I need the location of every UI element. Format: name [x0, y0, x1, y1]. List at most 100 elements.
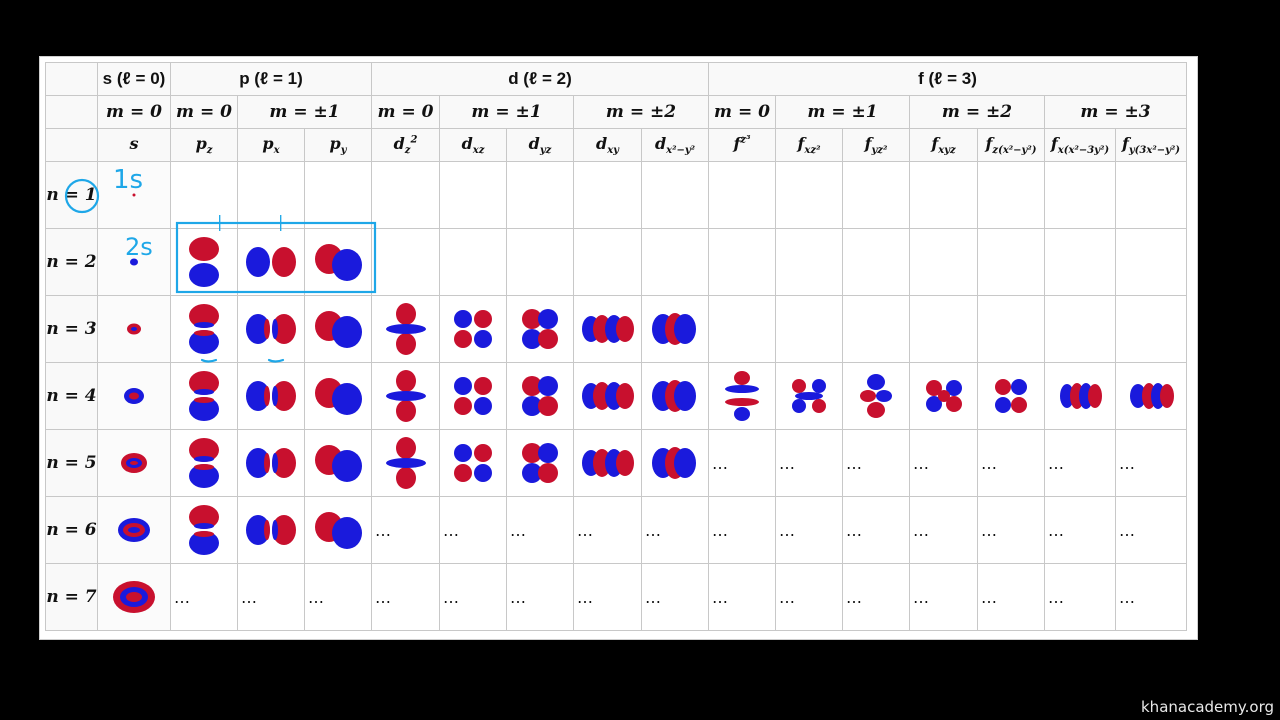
empty-cell [1115, 228, 1187, 296]
orbital-superscript: 2 [410, 134, 418, 146]
n-label: n = 7 [45, 563, 98, 631]
empty-cell [573, 228, 642, 296]
n-label: n = 4 [45, 362, 98, 430]
orbital-image-dyz [506, 295, 574, 363]
orbital-base: d [654, 133, 667, 153]
table-row: n = 4 [45, 362, 1187, 430]
group-f-label: f (ℓ = 3) [918, 69, 977, 88]
orbital-subscript: xz² [804, 145, 821, 157]
ellipsis-cell: … [775, 496, 843, 564]
orbital-base: d [393, 133, 405, 153]
orbital-name-cell: fy(3x²−y²) [1115, 128, 1187, 162]
orbital-image-dx2 [641, 295, 709, 363]
empty-cell [304, 161, 372, 229]
corner-cell [45, 95, 98, 129]
m-cell: m = ±1 [237, 95, 372, 129]
orbital-image-dxy [573, 429, 642, 497]
orbital-image-s5 [97, 429, 171, 497]
n-label: n = 3 [45, 295, 98, 363]
empty-cell [909, 295, 978, 363]
empty-cell [842, 228, 910, 296]
ellipsis-cell: … [775, 429, 843, 497]
empty-cell [708, 161, 776, 229]
orbital-image-dyz [506, 429, 574, 497]
n-label: n = 2 [45, 228, 98, 296]
orbital-image-fx3 [1044, 362, 1116, 430]
empty-cell [775, 228, 843, 296]
ellipsis-cell: … [977, 429, 1045, 497]
n-label: n = 1 [45, 161, 98, 229]
orbital-image-px [237, 429, 305, 497]
ellipsis-cell: … [371, 496, 440, 564]
empty-cell [977, 295, 1045, 363]
table-row: n = 2 [45, 228, 1187, 296]
empty-cell [909, 161, 978, 229]
orbital-image-dxz [439, 295, 507, 363]
orbital-image-s1 [97, 161, 171, 229]
ellipsis-cell: … [708, 563, 776, 631]
orbital-name-cell: fz(x²−y²) [977, 128, 1045, 162]
orbital-image-dz2 [371, 429, 440, 497]
ellipsis-cell: … [708, 429, 776, 497]
m-cell: m = 0 [97, 95, 171, 129]
orbital-base: d [528, 133, 540, 153]
orbital-image-dz2 [371, 295, 440, 363]
orbital-image-s3 [97, 295, 171, 363]
group-p: p (ℓ = 1) [170, 62, 372, 96]
group-s-label: s (ℓ = 0) [102, 69, 166, 88]
orbital-subscript: x(x²−3y²) [1057, 145, 1110, 157]
header-row-orbital-names: s pz px py dz2 dxz dyz dxy dx²−y² fz³ fxz² fyz² fxyz… [45, 128, 1187, 162]
empty-cell [641, 228, 709, 296]
orbital-image-dz2 [371, 362, 440, 430]
orbital-name-cell: dxz [439, 128, 507, 162]
empty-cell [1044, 228, 1116, 296]
ellipsis-cell: … [641, 496, 709, 564]
table-row: n = 5………………… [45, 429, 1187, 497]
empty-cell [506, 161, 574, 229]
empty-cell [977, 161, 1045, 229]
orbital-superscript: z³ [740, 134, 751, 146]
orbital-image-s7 [97, 563, 171, 631]
orbital-subscript: z [404, 145, 411, 157]
m-cell: m = ±1 [439, 95, 574, 129]
orbital-image-fxyz [909, 362, 978, 430]
orbital-image-fzx [977, 362, 1045, 430]
n-label: n = 5 [45, 429, 98, 497]
header-row-m: m = 0 m = 0 m = ±1 m = 0 m = ±1 m = ±2 m… [45, 95, 1187, 129]
orbital-subscript: xz [472, 145, 485, 157]
ellipsis-cell: … [237, 563, 305, 631]
orbital-image-dxy [573, 362, 642, 430]
orbital-name-cell: px [237, 128, 305, 162]
ellipsis-cell: … [909, 496, 978, 564]
empty-cell [439, 161, 507, 229]
orbital-name-cell: fxyz [909, 128, 978, 162]
orbital-image-fyz2 [842, 362, 910, 430]
ellipsis-cell: … [439, 496, 507, 564]
empty-cell [1044, 161, 1116, 229]
empty-cell [708, 228, 776, 296]
orbital-image-py [304, 228, 372, 296]
m-cell: m = ±3 [1044, 95, 1187, 129]
ellipsis-cell: … [573, 496, 642, 564]
orbital-image-py [304, 429, 372, 497]
ellipsis-cell: … [842, 429, 910, 497]
orbital-subscript: xyz [938, 145, 956, 157]
orbital-image-dxy [573, 295, 642, 363]
orbital-base: p [195, 133, 207, 153]
ellipsis-cell: … [1044, 563, 1116, 631]
orbital-image-pz [170, 295, 238, 363]
orbital-image-fxz2 [775, 362, 843, 430]
ellipsis-cell: … [1044, 496, 1116, 564]
group-d: d (ℓ = 2) [371, 62, 709, 96]
orbital-image-fz3 [708, 362, 776, 430]
orbital-image-pz [170, 228, 238, 296]
orbital-name-cell: dz2 [371, 128, 440, 162]
empty-cell [237, 161, 305, 229]
orbital-base: f [1050, 133, 1058, 153]
orbital-subscript: xy [607, 145, 619, 157]
orbital-image-px [237, 295, 305, 363]
orbital-name-cell: fxz² [775, 128, 843, 162]
orbital-name-cell: pz [170, 128, 238, 162]
orbital-subscript: z [206, 145, 213, 157]
ellipsis-cell: … [842, 563, 910, 631]
